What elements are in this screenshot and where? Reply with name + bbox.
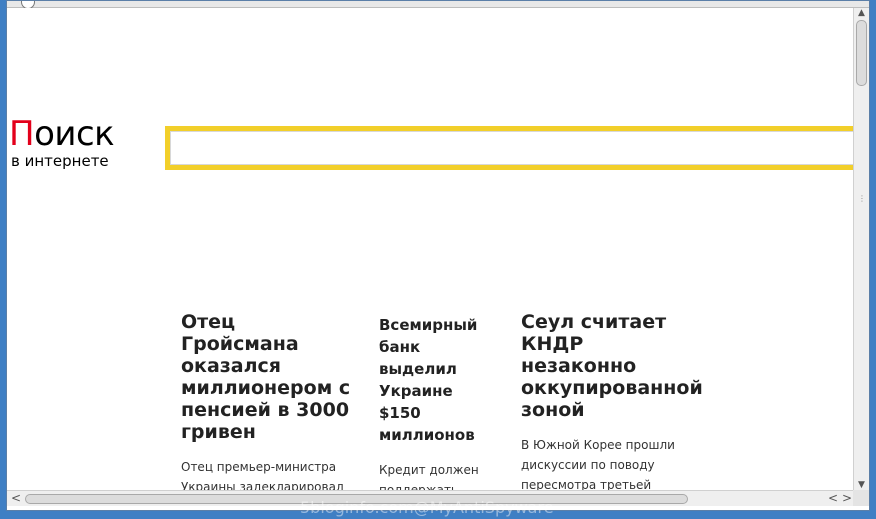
vertical-scrollbar[interactable]: ▲ ⋮ ▼: [853, 8, 869, 490]
news-title[interactable]: Сеул считает КНДР незаконно оккупированн…: [521, 311, 703, 421]
news-text: В Южной Корее прошли дискуссии по поводу…: [521, 438, 675, 490]
news-item[interactable]: Сеул считает КНДР незаконно оккупированн…: [521, 311, 703, 490]
logo-title: Поиск: [9, 114, 115, 154]
vertical-scroll-thumb[interactable]: [856, 20, 867, 86]
news-title[interactable]: Всемирный банк выделил Украине $150 милл…: [379, 314, 499, 446]
scrollbar-corner: [853, 490, 869, 506]
scroll-grip-icon: ⋮: [858, 194, 866, 203]
scroll-left-step-icon[interactable]: <: [827, 492, 839, 505]
news-text: Отец премьер-министра Украины задекларир…: [181, 460, 344, 490]
news-text: Кредит должен поддержать малые и средние: [379, 463, 479, 490]
watermark: 5bloginfo.com@MyAntiSpyware: [300, 498, 554, 517]
logo-subtitle: в интернете: [11, 152, 109, 170]
scroll-left-arrow-icon[interactable]: <: [10, 492, 22, 505]
news-title[interactable]: Отец Гройсмана оказался миллионером с пе…: [181, 311, 353, 443]
scroll-up-arrow-icon[interactable]: ▲: [854, 8, 869, 18]
scroll-down-arrow-icon[interactable]: ▼: [854, 480, 869, 490]
logo-title-rest: оиск: [34, 114, 115, 154]
window-top-edge: [7, 1, 869, 9]
scroll-right-arrow-icon[interactable]: >: [841, 492, 853, 505]
search-input[interactable]: [170, 131, 853, 165]
page-viewport: Поиск в интернете Отец Гройсмана оказалс…: [7, 8, 853, 490]
news-item[interactable]: Отец Гройсмана оказался миллионером с пе…: [181, 311, 353, 490]
logo[interactable]: Поиск в интернете: [9, 114, 139, 174]
browser-window: Поиск в интернете Отец Гройсмана оказалс…: [6, 0, 870, 511]
news-item[interactable]: Всемирный банк выделил Украине $150 милл…: [379, 314, 499, 490]
search-frame: [165, 126, 853, 170]
logo-first-letter: П: [9, 114, 35, 154]
